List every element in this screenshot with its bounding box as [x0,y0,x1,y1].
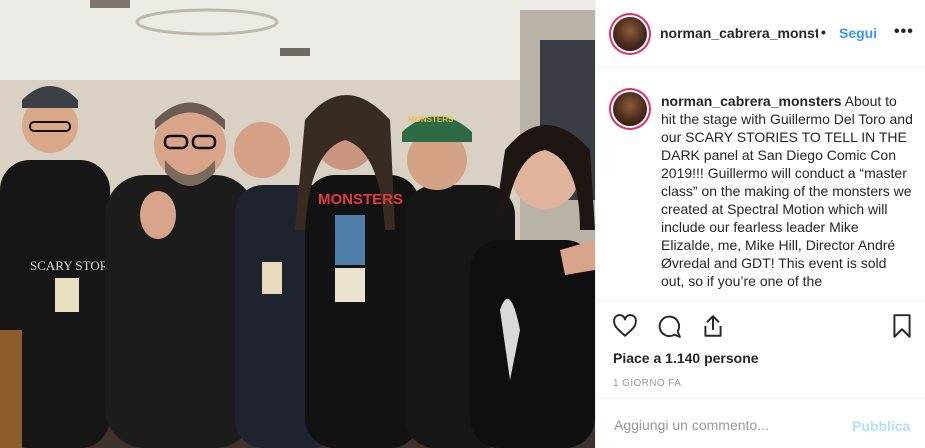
author-username[interactable]: norman_cabrera_monsters [660,25,818,41]
post-side-panel: norman_cabrera_monsters • Segui ••• norm… [595,0,925,448]
cap-print: MONSTERS [408,115,454,124]
caption-body: About to hit the stage with Guillermo De… [661,93,913,289]
author-avatar[interactable] [613,17,647,51]
post-photo[interactable]: SCARY STORIES MONSTERS MONSTERS [0,0,595,448]
caption-text: norman_cabrera_monsters About to hit the… [661,92,913,290]
caption-avatar[interactable] [613,92,647,126]
comment-icon[interactable] [656,313,682,339]
likes-count[interactable]: Piace a 1.140 persone [613,350,759,366]
header-separator: • [821,24,826,40]
share-icon[interactable] [700,313,726,339]
post-header: norman_cabrera_monsters • Segui ••• [596,0,925,68]
bookmark-icon[interactable] [889,313,915,339]
post-actions [596,300,925,348]
comment-section: Pubblica [596,398,925,448]
caption-section: norman_cabrera_monsters About to hit the… [596,68,925,300]
caption-username[interactable]: norman_cabrera_monsters [661,93,842,109]
follow-button[interactable]: Segui [839,25,877,41]
publish-button[interactable]: Pubblica [852,418,910,434]
comment-input[interactable] [612,413,846,437]
shirt-print-center: MONSTERS [318,191,403,208]
post-timestamp[interactable]: 1 GIORNO FA [613,378,681,389]
more-options-icon[interactable]: ••• [894,23,914,41]
heart-icon[interactable] [612,313,638,339]
photo-illustration: SCARY STORIES MONSTERS MONSTERS [0,0,595,448]
